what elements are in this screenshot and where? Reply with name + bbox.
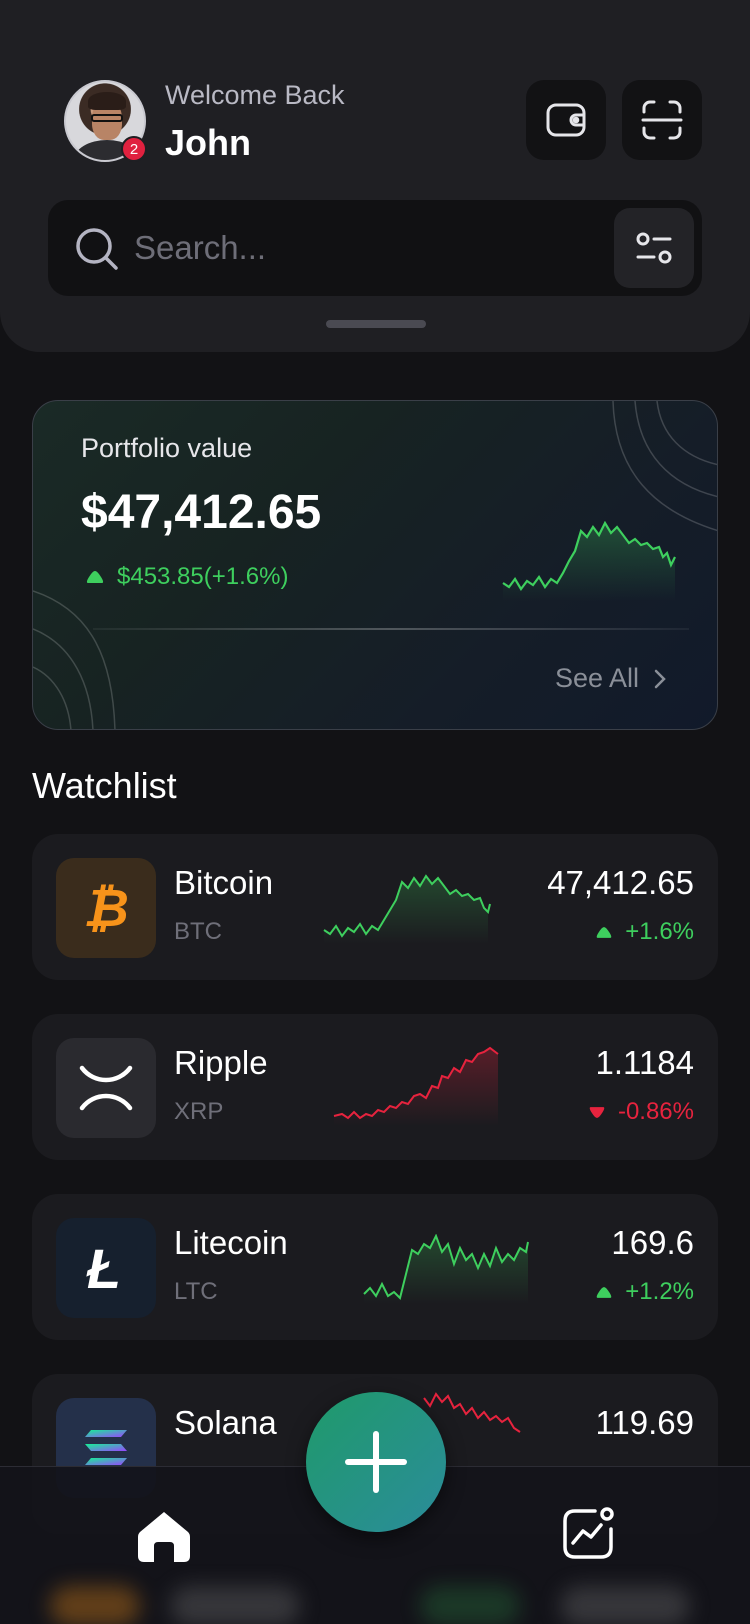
coin-symbol: XRP: [174, 1098, 224, 1125]
trend-down-icon: [589, 1106, 605, 1118]
coin-symbol: BTC: [174, 918, 222, 945]
portfolio-change: $453.85(+1.6%): [85, 563, 288, 591]
coin-change-value: +1.6%: [625, 918, 694, 945]
watchlist-item-litecoin[interactable]: Ł Litecoin LTC 169.6 +1.2%: [32, 1194, 718, 1340]
bitcoin-logo: ₿: [56, 858, 156, 958]
svg-text:₿: ₿: [84, 880, 128, 936]
search-icon: [76, 228, 118, 270]
filter-icon: [636, 232, 672, 264]
coin-name: Litecoin: [174, 1224, 288, 1261]
wallet-icon: [546, 103, 586, 137]
blurred-background: [0, 1580, 750, 1624]
ripple-sparkline: [333, 1046, 499, 1126]
portfolio-change-value: $453.85(+1.6%): [117, 563, 289, 590]
watchlist-title: Watchlist: [32, 765, 177, 806]
header-panel: 2 Welcome Back John: [0, 0, 750, 352]
coin-change: +1.2%: [595, 1278, 694, 1306]
wallet-button[interactable]: [526, 80, 606, 160]
watchlist-item-ripple[interactable]: Ripple XRP 1.1184 -0.86%: [32, 1014, 718, 1160]
coin-change: +1.6%: [595, 918, 694, 946]
bitcoin-sparkline: [323, 874, 491, 944]
trend-up-icon: [86, 571, 104, 583]
coin-name: Bitcoin: [174, 864, 274, 901]
coin-change-value: +1.2%: [625, 1278, 694, 1305]
bitcoin-icon: ₿: [84, 880, 128, 936]
watchlist-item-bitcoin[interactable]: ₿ Bitcoin BTC 47,412.65 +1.6%: [32, 834, 718, 980]
solana-icon: [85, 1430, 127, 1465]
litecoin-logo: Ł: [56, 1218, 156, 1318]
litecoin-sparkline: [363, 1234, 529, 1304]
coin-price: 169.6: [611, 1224, 694, 1261]
chevron-right-icon: [654, 669, 666, 688]
coin-change-value: -0.86%: [617, 1098, 694, 1125]
sheet-handle[interactable]: [326, 320, 426, 328]
coin-price: 47,412.65: [547, 864, 694, 901]
coin-change: -0.86%: [588, 1098, 694, 1126]
coin-price: 119.69: [595, 1404, 694, 1441]
see-all-link[interactable]: See All: [555, 663, 667, 694]
welcome-text: Welcome Back: [165, 80, 345, 110]
coin-name: Ripple: [174, 1044, 268, 1081]
portfolio-card[interactable]: Portfolio value $47,412.65 $453.85(+1.6%…: [32, 400, 718, 730]
chart-icon: [563, 1507, 614, 1559]
scan-button[interactable]: [622, 80, 702, 160]
coin-name: Solana: [174, 1404, 277, 1441]
trend-up-icon: [597, 926, 612, 938]
litecoin-icon: Ł: [86, 1240, 121, 1296]
ripple-icon: [79, 1065, 133, 1111]
search-bar: [48, 200, 702, 296]
divider: [93, 628, 689, 630]
user-name: John: [165, 122, 251, 163]
portfolio-sparkline: [502, 521, 676, 601]
coin-price: 1.1184: [595, 1044, 694, 1081]
svg-text:Ł: Ł: [86, 1240, 121, 1296]
portfolio-value: $47,412.65: [81, 486, 322, 539]
trend-up-icon: [597, 1286, 612, 1298]
notification-badge: 2: [121, 136, 147, 162]
home-icon: [138, 1512, 190, 1562]
nav-analytics-button[interactable]: [556, 1502, 620, 1566]
add-button[interactable]: [306, 1392, 446, 1532]
ripple-logo: [56, 1038, 156, 1138]
see-all-label: See All: [554, 663, 639, 693]
nav-home-button[interactable]: [134, 1506, 194, 1566]
filter-button[interactable]: [614, 208, 694, 288]
portfolio-label: Portfolio value: [81, 433, 253, 463]
coin-symbol: LTC: [174, 1278, 218, 1305]
scan-icon: [641, 100, 683, 140]
plus-icon: [345, 1431, 407, 1493]
search-input[interactable]: [134, 224, 554, 272]
